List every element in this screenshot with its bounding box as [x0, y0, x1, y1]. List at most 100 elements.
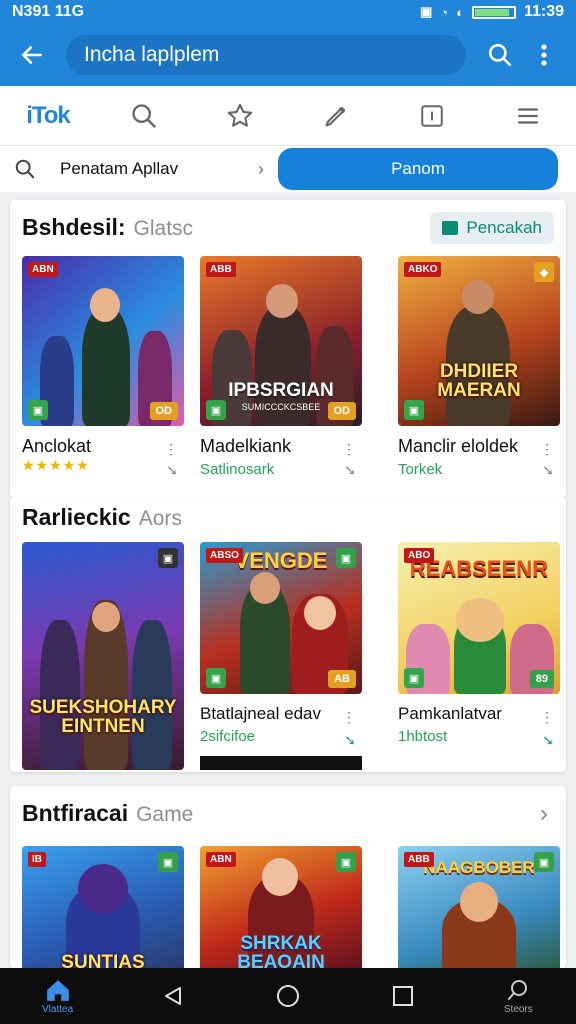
tab-menu[interactable]	[500, 92, 556, 140]
game-tile[interactable]: VENGDE ABSO ▣ ▣ AB Btatlajneal edav 2sif…	[200, 542, 362, 770]
cover-title: DHDIIER MAERAN	[437, 361, 521, 401]
character-figure	[132, 620, 172, 770]
game-tile[interactable]: NAAGBOBER ABB ▣	[398, 846, 560, 968]
square-icon	[421, 104, 443, 127]
chevron-right-icon[interactable]: ›	[540, 800, 548, 828]
price-badge: AB	[328, 670, 356, 688]
share-icon[interactable]: ➘	[166, 462, 178, 479]
character-head	[78, 864, 128, 914]
more-icon[interactable]: ⋮	[540, 442, 554, 456]
game-tile[interactable]: REABSEENR ABO ▣ 89 Pamkanlatvar 1hbtost …	[398, 542, 560, 748]
section-chip[interactable]: Pencakah	[430, 212, 554, 244]
share-icon[interactable]: ➘	[344, 732, 356, 749]
section-title-text: Bshdesil:	[22, 214, 126, 240]
store-badge-icon: ▣	[534, 852, 554, 872]
pen-icon	[325, 106, 346, 126]
section-games: Bntfiracai Game › SUNTIAS IB ▣ SHRKAK BE…	[10, 786, 566, 968]
character-head	[262, 858, 298, 896]
section-title-text: Rarlieckic	[22, 504, 131, 530]
game-tile[interactable]: IPBSRGIAN SUMICCCKCSBEE ABB ▣ OD Madelki…	[200, 256, 362, 478]
filter-selector[interactable]: Penatam Apllav ›	[14, 158, 264, 180]
game-cover: SHRKAK BEAOAIN ABN ▣	[200, 846, 362, 968]
game-cover: DHDIIER MAERAN ABKO ◆ ▣	[398, 256, 560, 426]
search-icon	[488, 43, 512, 67]
filter-row: Penatam Apllav › Panom	[0, 146, 576, 192]
tab-info[interactable]	[404, 92, 460, 140]
nav-home-label: Vlattea	[42, 1003, 74, 1015]
back-button[interactable]	[10, 33, 54, 77]
price-badge: OD	[149, 402, 178, 420]
age-badge: ABB	[404, 852, 434, 867]
tab-favorites[interactable]	[212, 92, 268, 140]
battery-icon	[471, 5, 516, 19]
game-subtitle: Torkek	[398, 461, 443, 478]
search-button[interactable]	[478, 33, 522, 77]
nav-home[interactable]: Vlattea	[18, 968, 98, 1024]
game-cover: SUEKSHOHARY EINTNEN ▣	[22, 542, 184, 770]
section-title-text: Bntfiracai	[22, 800, 129, 826]
rating-stars: ★★★★★	[22, 457, 90, 473]
section-subtitle: Game	[136, 803, 194, 826]
character-figure	[82, 308, 130, 426]
game-tile[interactable]: DHDIIER MAERAN ABKO ◆ ▣ Manclir eloldek …	[398, 256, 560, 478]
age-badge: ABO	[404, 548, 435, 563]
tab-bar: iTok	[0, 86, 576, 146]
game-tile[interactable]: SHRKAK BEAOAIN ABN ▣	[200, 846, 362, 968]
status-time: 11:39	[523, 3, 564, 20]
game-subtitle: Satlinosark	[200, 461, 275, 478]
home-circle-icon	[276, 985, 299, 1007]
game-cover: SUNTIAS IB ▣	[22, 846, 184, 968]
store-badge-icon: ▣	[28, 400, 48, 420]
share-icon[interactable]: ➘	[542, 462, 554, 479]
nav-recents[interactable]	[363, 968, 443, 1024]
nav-back[interactable]	[133, 968, 213, 1024]
game-tile[interactable]: SUEKSHOHARY EINTNEN ▣	[22, 542, 184, 770]
game-cover: REABSEENR ABO ▣ 89	[398, 542, 560, 694]
section-subtitle: Aors	[138, 507, 182, 530]
section-popular: Rarlieckic Aors SUEKSHOHARY EINTNEN ▣ VE…	[10, 498, 566, 772]
filter-button[interactable]: Panom	[278, 148, 558, 190]
game-cover: IPBSRGIAN SUMICCCKCSBEE ABB ▣ OD	[200, 256, 362, 426]
age-badge: ABSO	[206, 548, 243, 563]
nav-search-label: Steors	[503, 1003, 533, 1015]
nav-home-button[interactable]	[248, 968, 328, 1024]
cover-title: IPBSRGIAN	[228, 380, 334, 401]
cover-title: SUNTIAS	[61, 952, 145, 968]
character-head	[456, 598, 504, 642]
battery-fill	[474, 8, 510, 16]
price-badge: OD	[327, 402, 356, 420]
status-icons: ▣ ◔ ◐ 11:39	[420, 3, 564, 21]
section-title: Bntfiracai Game	[22, 800, 193, 827]
game-tile[interactable]: SUNTIAS IB ▣	[22, 846, 184, 968]
overflow-menu-button[interactable]	[522, 33, 566, 77]
more-icon[interactable]: ⋮	[342, 710, 356, 724]
game-cover: VENGDE ABSO ▣ ▣ AB	[200, 542, 362, 694]
tab-home[interactable]: iTok	[20, 92, 76, 140]
store-badge-icon: ◆	[534, 262, 554, 282]
game-cover: NAAGBOBER ABB ▣	[398, 846, 560, 968]
nav-search[interactable]: Steors	[478, 968, 558, 1024]
share-icon[interactable]: ➘	[344, 462, 356, 479]
game-cover: ABN ▣ OD	[22, 256, 184, 426]
tab-search[interactable]	[116, 92, 172, 140]
game-title: Madelkiank	[200, 436, 292, 456]
character-head	[304, 596, 336, 630]
tab-edit[interactable]	[308, 92, 364, 140]
age-badge: ABN	[206, 852, 236, 867]
game-tile[interactable]: ABN ▣ OD Anclokat ★★★★★ ⋮ ➘	[22, 256, 184, 478]
section-featured: Bshdesil: Glatsc Pencakah ABN ▣ OD Anclo…	[10, 200, 566, 498]
navigation-bar: Vlattea Steors	[0, 968, 576, 1024]
more-icon[interactable]: ⋮	[164, 442, 178, 456]
character-head	[266, 284, 298, 318]
share-icon[interactable]: ➘	[542, 732, 554, 749]
character-head	[250, 572, 280, 604]
section-title: Rarlieckic Aors	[22, 504, 182, 531]
more-icon[interactable]: ⋮	[342, 442, 356, 456]
store-badge-icon: ▣	[206, 668, 226, 688]
status-bar: N391 11G ▣ ◔ ◐ 11:39	[0, 0, 576, 24]
back-triangle-icon	[164, 987, 181, 1005]
more-icon[interactable]: ⋮	[540, 710, 554, 724]
store-badge-icon: ▣	[158, 852, 178, 872]
search-field[interactable]: Incha laplplem	[66, 35, 466, 75]
section-title: Bshdesil: Glatsc	[22, 214, 193, 241]
